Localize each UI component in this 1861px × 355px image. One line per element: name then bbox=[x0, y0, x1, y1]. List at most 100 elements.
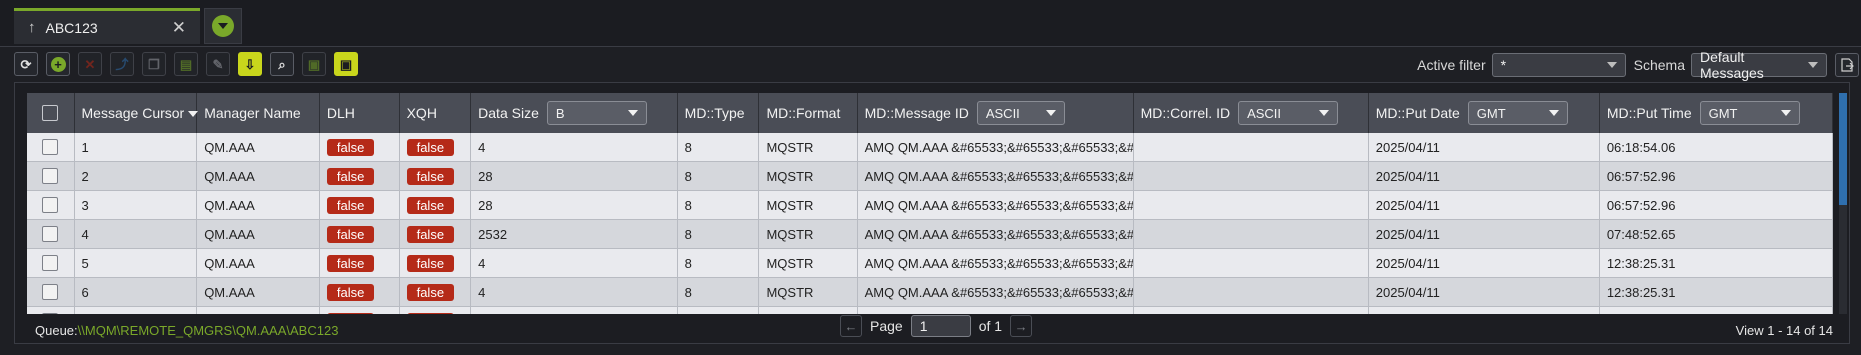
pager: ← Page 1 of 1 → bbox=[840, 315, 1033, 337]
cell-md-put-time: 06:57:52.96 bbox=[1599, 161, 1833, 191]
add-message-button[interactable]: + bbox=[46, 52, 70, 76]
select-all-checkbox[interactable] bbox=[42, 105, 59, 121]
col-md-format[interactable]: MD::Format bbox=[758, 93, 858, 133]
edit-icon: ✎ bbox=[212, 56, 224, 72]
dlh-badge: false bbox=[326, 283, 375, 301]
page-input[interactable]: 1 bbox=[910, 315, 971, 337]
tab-title: ABC123 bbox=[45, 19, 98, 36]
edit-button[interactable]: ✎ bbox=[206, 52, 230, 76]
vertical-scrollbar[interactable] bbox=[1839, 93, 1847, 314]
cell-md-put-time: 12:38:25.31 bbox=[1599, 277, 1833, 307]
import-button[interactable]: ⇩ bbox=[238, 52, 262, 76]
cell-md-put-time: 12:38:25.31 bbox=[1599, 248, 1833, 278]
save-icon: ▣ bbox=[307, 56, 321, 72]
cell-cursor: 6 bbox=[74, 277, 198, 307]
move-button[interactable]: ⤴ bbox=[110, 52, 134, 76]
save-button[interactable]: ▣ bbox=[302, 52, 326, 76]
page-of-label: of 1 bbox=[978, 318, 1003, 334]
message-id-encoding-select[interactable]: ASCII bbox=[976, 101, 1065, 125]
schema-value: Default Messages bbox=[1700, 49, 1764, 81]
cell-data-size: 4 bbox=[470, 277, 678, 307]
copy-button[interactable]: ❐ bbox=[142, 52, 166, 76]
cell-md-correl-id bbox=[1133, 277, 1369, 307]
schema-select[interactable]: Default Messages bbox=[1691, 49, 1827, 81]
table-row[interactable]: 5 QM.AAA false false 4 8 MQSTR AMQ QM.AAA &#655… bbox=[27, 248, 1833, 278]
move-icon: ⤴ bbox=[115, 56, 129, 72]
row-checkbox[interactable] bbox=[42, 197, 59, 213]
chevron-down-icon bbox=[212, 15, 234, 37]
cell-manager: QM.AAA bbox=[196, 219, 320, 249]
cell-md-message-id: AMQ QM.AAA &#65533;&#65533;&#65533;&#6..… bbox=[857, 277, 1134, 307]
chevron-down-icon bbox=[1606, 62, 1617, 68]
messages-table: Message Cursor Manager Name DLH XQH Data… bbox=[27, 93, 1833, 314]
queue-value[interactable]: \\MQM\REMOTE_QMGRS\QM.AAA\ABC123 bbox=[78, 323, 339, 338]
put-date-timezone-select[interactable]: GMT bbox=[1467, 101, 1568, 125]
delete-button[interactable]: ✕ bbox=[78, 52, 102, 76]
cell-md-format: MQSTR bbox=[758, 277, 858, 307]
row-checkbox[interactable] bbox=[42, 284, 59, 300]
cell-md-message-id: AMQ QM.AAA &#65533;&#65533;&#65533;&#6..… bbox=[857, 133, 1134, 162]
cell-md-message-id: AMQ QM.AAA &#65533;&#65533;&#65533;&#6..… bbox=[857, 219, 1134, 249]
tab-bar: ↑ ABC123 ✕ bbox=[0, 0, 1861, 47]
active-filter-label: Active filter bbox=[1417, 57, 1486, 73]
tab-abc123[interactable]: ↑ ABC123 ✕ bbox=[14, 8, 200, 44]
save-as-button[interactable]: ▣ bbox=[334, 52, 358, 76]
col-md-put-date[interactable]: MD::Put Date GMT bbox=[1368, 93, 1600, 133]
col-md-type[interactable]: MD::Type bbox=[677, 93, 760, 133]
col-manager-name[interactable]: Manager Name bbox=[196, 93, 320, 133]
cell-manager: QM.AAA bbox=[196, 248, 320, 278]
col-md-correl-id[interactable]: MD::Correl. ID ASCII bbox=[1133, 93, 1369, 133]
refresh-button[interactable]: ⟳ bbox=[14, 52, 38, 76]
chevron-down-icon bbox=[1045, 110, 1056, 116]
row-checkbox[interactable] bbox=[42, 226, 59, 242]
col-data-size[interactable]: Data Size B bbox=[470, 93, 678, 133]
table-row[interactable]: 2 QM.AAA false false 28 8 MQSTR AMQ QM.AAA &#65… bbox=[27, 161, 1833, 191]
refresh-icon: ⟳ bbox=[20, 56, 32, 72]
xqh-badge: false bbox=[406, 254, 455, 272]
active-filter-select[interactable]: * bbox=[1491, 53, 1626, 77]
cell-md-type: 8 bbox=[677, 277, 760, 307]
cell-md-type: 8 bbox=[677, 248, 760, 278]
new-document-button[interactable]: ▤ bbox=[174, 52, 198, 76]
scrollbar-thumb[interactable] bbox=[1839, 93, 1847, 205]
cell-md-put-date: 2025/04/11 bbox=[1368, 219, 1600, 249]
row-checkbox[interactable] bbox=[42, 255, 59, 271]
cell-data-size: 4 bbox=[470, 248, 678, 278]
cell-md-type: 8 bbox=[677, 161, 760, 191]
table-row[interactable]: 6 QM.AAA false false 4 8 MQSTR AMQ QM.AAA &#655… bbox=[27, 277, 1833, 307]
cell-md-format: MQSTR bbox=[758, 190, 858, 220]
put-time-timezone-select[interactable]: GMT bbox=[1699, 101, 1800, 125]
next-page-button[interactable]: → bbox=[1010, 315, 1033, 337]
export-button[interactable] bbox=[1835, 53, 1859, 77]
messages-grid: Message Cursor Manager Name DLH XQH Data… bbox=[27, 93, 1833, 314]
cell-data-size: 28 bbox=[470, 161, 678, 191]
correl-id-encoding-select[interactable]: ASCII bbox=[1238, 101, 1339, 125]
col-md-message-id[interactable]: MD::Message ID ASCII bbox=[857, 93, 1134, 133]
cell-md-format: MQSTR bbox=[758, 161, 858, 191]
dlh-badge: false bbox=[326, 225, 375, 243]
new-document-icon: ▤ bbox=[179, 56, 193, 72]
col-dlh[interactable]: DLH bbox=[319, 93, 400, 133]
table-row[interactable]: 4 QM.AAA false false 2532 8 MQSTR AMQ QM.AAA &#… bbox=[27, 219, 1833, 249]
up-arrow-icon: ↑ bbox=[28, 19, 36, 36]
close-icon[interactable]: ✕ bbox=[172, 18, 186, 38]
data-size-unit-select[interactable]: B bbox=[546, 101, 647, 125]
tab-menu-button[interactable] bbox=[204, 8, 242, 44]
schema-label: Schema bbox=[1633, 57, 1685, 73]
messages-table-body: 1 QM.AAA false false 4 8 MQSTR AMQ QM.AAA &#655… bbox=[27, 133, 1833, 314]
col-message-cursor[interactable]: Message Cursor bbox=[74, 93, 199, 133]
row-checkbox[interactable] bbox=[42, 168, 59, 184]
search-button[interactable]: ⌕ bbox=[270, 52, 294, 76]
cell-md-type: 8 bbox=[677, 133, 760, 162]
dlh-badge: false bbox=[326, 254, 375, 272]
dlh-badge: false bbox=[326, 138, 375, 156]
prev-page-button[interactable]: ← bbox=[840, 315, 862, 337]
col-xqh[interactable]: XQH bbox=[399, 93, 472, 133]
sort-desc-icon bbox=[188, 111, 199, 118]
cell-data-size: 4 bbox=[470, 133, 678, 162]
table-row[interactable]: 1 QM.AAA false false 4 8 MQSTR AMQ QM.AAA &#655… bbox=[27, 133, 1833, 162]
chevron-down-icon bbox=[1780, 110, 1791, 116]
col-md-put-time[interactable]: MD::Put Time GMT bbox=[1599, 93, 1833, 133]
table-row[interactable]: 3 QM.AAA false false 28 8 MQSTR AMQ QM.AAA &#65… bbox=[27, 190, 1833, 220]
row-checkbox[interactable] bbox=[42, 139, 59, 155]
